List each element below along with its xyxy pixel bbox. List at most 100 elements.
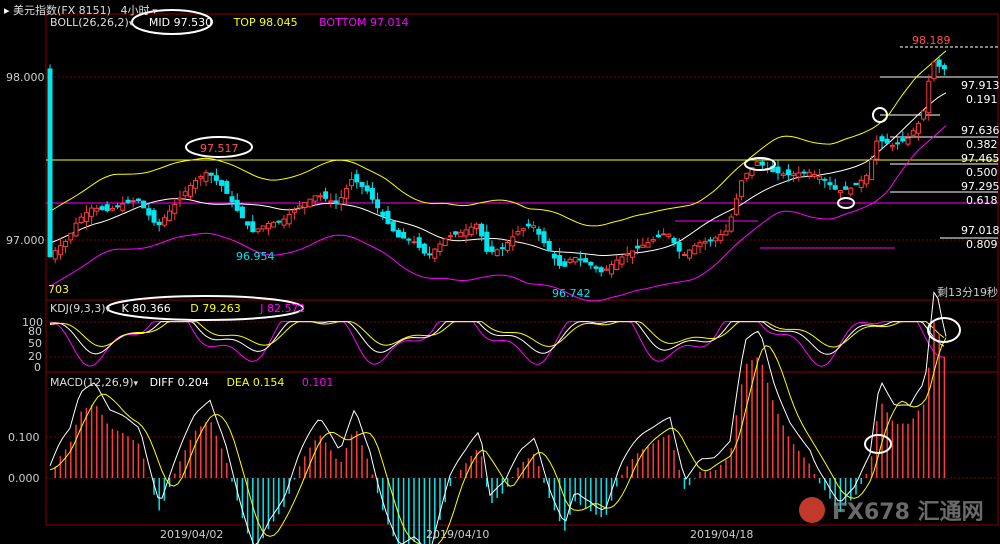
candle-body	[499, 247, 505, 250]
candle	[401, 228, 407, 239]
candle	[151, 207, 157, 226]
candle-body	[473, 223, 479, 230]
kdj-label[interactable]: KDJ(9,3,3)	[50, 302, 106, 315]
boll-label[interactable]: BOLL(26,26,2)	[50, 16, 129, 29]
candle-body	[754, 161, 760, 166]
candle-body	[567, 258, 573, 263]
candle	[645, 237, 651, 248]
candle-body	[63, 240, 69, 248]
candle	[177, 190, 183, 207]
candle	[468, 222, 474, 237]
candle-body	[307, 198, 313, 208]
candle	[666, 233, 672, 240]
candle-body	[650, 239, 656, 242]
candle-body	[572, 257, 578, 263]
candle	[437, 240, 443, 256]
candle	[723, 224, 729, 236]
candle	[843, 181, 849, 190]
candle-body	[276, 220, 282, 223]
candle	[255, 228, 261, 234]
candle-body	[926, 80, 932, 114]
candle-body	[104, 204, 110, 212]
candle-body	[661, 233, 667, 236]
candle-body	[115, 205, 121, 208]
candle	[817, 168, 823, 185]
candle	[593, 264, 599, 273]
candle	[479, 222, 485, 242]
macd-hist: 0.101	[301, 376, 334, 389]
candle-body	[624, 253, 630, 256]
candle-body	[380, 211, 386, 217]
candle-body	[167, 210, 173, 221]
candle	[333, 193, 339, 209]
candle	[130, 197, 136, 208]
candle	[380, 209, 386, 220]
candle-body	[603, 268, 609, 271]
candle	[63, 239, 69, 253]
candle-body	[489, 246, 495, 253]
candle	[234, 193, 240, 213]
candle	[525, 219, 531, 229]
candle	[432, 247, 438, 263]
candle-body	[203, 172, 209, 182]
candle-body	[57, 245, 63, 256]
candle-body	[557, 255, 563, 266]
candle-body	[681, 254, 687, 257]
candle-body	[47, 68, 53, 258]
collapse-icon[interactable]: ▸	[4, 4, 10, 17]
candle-body	[52, 250, 58, 260]
candle-body	[811, 174, 817, 177]
candle-body	[837, 189, 843, 194]
candle-body	[780, 173, 786, 176]
candle-body	[343, 187, 349, 199]
candle	[94, 204, 100, 216]
chevron-down-icon[interactable]: ▾	[134, 379, 139, 389]
candle	[536, 226, 542, 241]
candle-body	[94, 207, 100, 212]
candle-body	[328, 200, 334, 203]
macd-label[interactable]: MACD(12,26,9)	[50, 376, 134, 389]
chevron-down-icon[interactable]: ▾	[106, 305, 111, 315]
chevron-down-icon[interactable]: ▾	[129, 19, 134, 29]
candle-body	[629, 250, 635, 258]
candle	[739, 180, 745, 201]
candle-body	[416, 237, 422, 248]
candle	[718, 229, 724, 244]
candle-body	[161, 217, 167, 226]
kdj-header: KDJ(9,3,3)▾ K 80.366 D 79.263 J 82.572	[50, 302, 305, 315]
candle	[203, 169, 209, 187]
candle-body	[395, 230, 401, 238]
candle	[629, 250, 635, 265]
candle	[494, 248, 500, 257]
candle	[531, 221, 537, 233]
fib-label-5: 0.809	[966, 238, 998, 251]
candle-body	[801, 171, 807, 174]
date-tick-1: 2019/04/02	[160, 528, 223, 541]
candle	[858, 175, 864, 193]
candle-body	[915, 122, 921, 134]
high-label: 98.189	[912, 34, 951, 47]
candle-body	[125, 199, 131, 203]
candle-body	[291, 209, 297, 213]
candle	[744, 172, 750, 182]
candle	[889, 142, 895, 151]
candle-body	[863, 175, 869, 185]
candle-body	[120, 203, 126, 211]
candle-body	[796, 172, 802, 178]
small-left-label: 703	[48, 283, 69, 296]
y-tick-98000: 98.000	[6, 71, 45, 84]
candle	[806, 168, 812, 180]
candle-body	[536, 228, 542, 235]
candle	[572, 257, 578, 265]
candle	[650, 236, 656, 244]
candle	[837, 189, 843, 199]
candle	[213, 168, 219, 186]
candle-body	[525, 223, 531, 227]
candle-body	[848, 187, 854, 195]
candle	[692, 242, 698, 255]
candle-body	[707, 239, 713, 242]
candle-body	[156, 221, 162, 226]
candle	[609, 260, 615, 278]
candle-body	[827, 182, 833, 186]
candle	[520, 227, 526, 237]
